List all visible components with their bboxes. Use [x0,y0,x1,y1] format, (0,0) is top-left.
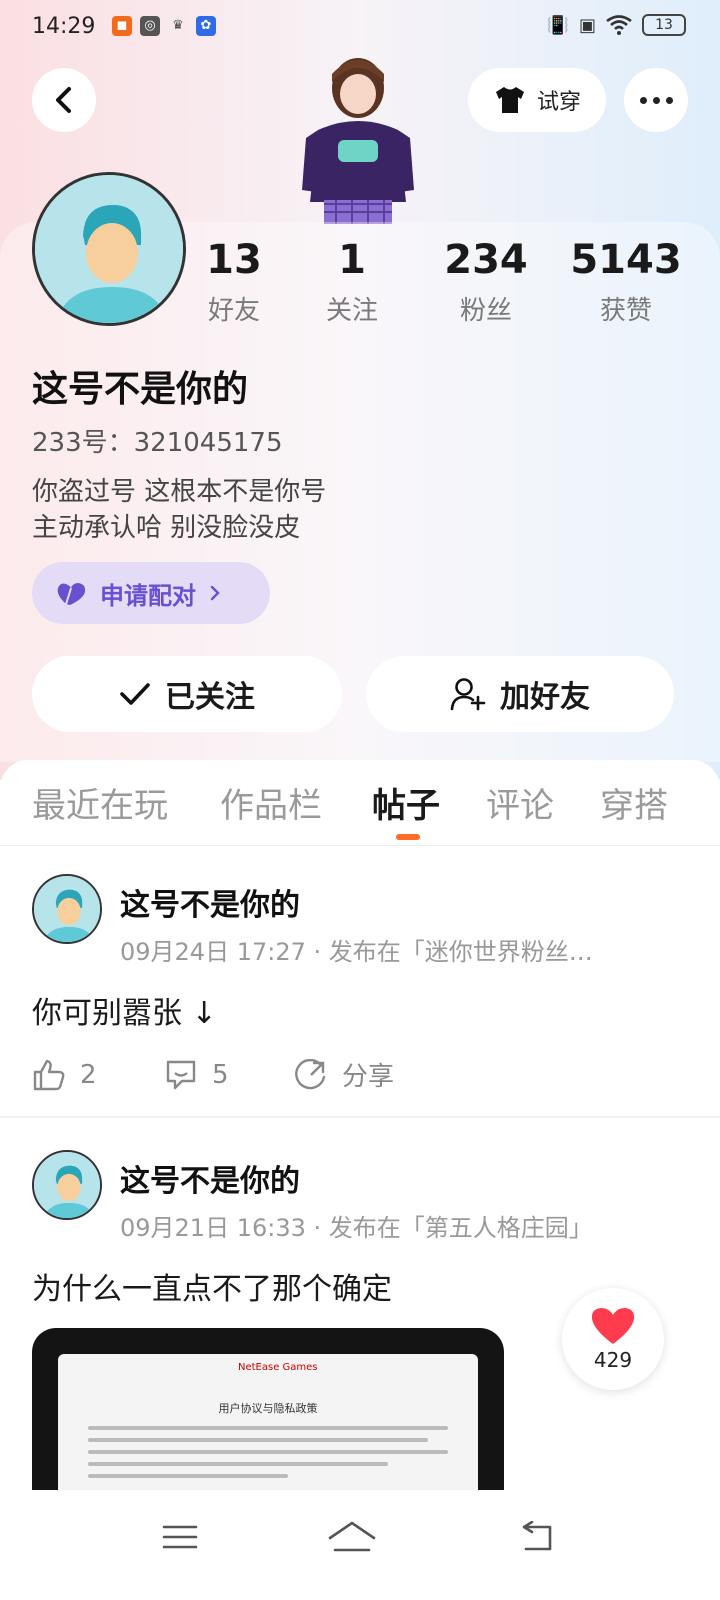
default-avatar-icon [34,1152,100,1218]
status-notification-icons: ◼ ◎ ♛ ✿ [112,16,216,36]
post-author-avatar[interactable] [32,1150,102,1220]
stat-label: 关注 [325,296,378,326]
tshirt-icon [495,87,524,113]
back-nav-button[interactable] [508,1512,568,1562]
try-on-label: 试穿 [536,90,581,115]
tab-works[interactable]: 作品栏 [220,778,322,827]
tab-posts[interactable]: 帖子 [372,778,440,827]
stat-likes[interactable]: 5143 获赞 [556,236,696,327]
tab-outfits[interactable]: 穿搭 [600,778,668,827]
netease-logo: NetEase Games [238,1362,318,1373]
post-text: 为什么一直点不了那个确定 [32,1272,392,1307]
crown-icon: ♛ [172,18,184,33]
share-label: 分享 [342,1062,395,1092]
following-button[interactable]: 已关注 [32,656,342,732]
stat-label: 粉丝 [459,296,512,326]
status-time: 14:29 [32,14,96,39]
default-avatar-icon [34,876,100,942]
document-text-line [88,1450,448,1454]
tab-comments[interactable]: 评论 [486,778,554,827]
profile-name: 这号不是你的 [32,369,249,410]
wifi-icon [606,15,632,35]
post-author-avatar[interactable] [32,874,102,944]
like-count: 2 [80,1059,97,1090]
home-icon [328,1521,376,1552]
more-options-button[interactable] [624,68,688,132]
share-icon [295,1058,326,1089]
post-divider [0,1116,720,1118]
checkmark-icon [120,683,150,705]
home-button[interactable] [322,1512,382,1562]
document-text-line [88,1438,428,1442]
document-text-line [88,1462,388,1466]
post-author-name[interactable]: 这号不是你的 [120,880,300,924]
thumbs-up-icon [33,1059,65,1090]
battery-indicator: 13 [642,14,686,36]
chevron-right-icon [210,585,220,601]
double-heart-icon [57,583,86,605]
following-label: 已关注 [165,680,255,715]
3d-avatar-character [302,58,414,224]
stat-value: 5143 [570,237,682,283]
back-button[interactable] [32,68,96,132]
like-button[interactable]: 2 [32,1056,164,1093]
add-friend-button[interactable]: 加好友 [366,656,674,732]
comment-count: 5 [212,1059,229,1090]
comment-icon [166,1060,196,1089]
document-text-line [88,1426,448,1430]
menu-icon [162,1525,198,1549]
vibrate-icon: 📳 [546,14,569,36]
profile-user-id: 233号：321045175 [32,428,283,458]
profile-bio: 你盗过号 这根本不是你号 主动承认哈 别没脸没皮 [32,474,326,546]
post-actions: 2 5 分享 [32,1056,394,1093]
stat-fans[interactable]: 234 粉丝 [416,236,556,327]
menu-button[interactable] [150,1512,210,1562]
add-friend-label: 加好友 [500,680,590,715]
avatar[interactable] [32,172,186,326]
system-navigation-bar [0,1490,720,1600]
comment-button[interactable]: 5 [164,1056,294,1093]
post-meta: 09月21日 16:33 · 发布在「第五人格庄园」 [120,1214,593,1242]
status-indicators: 📳 ▣ 13 [547,14,686,36]
profile-tabs: 最近在玩 作品栏 帖子 评论 穿搭 [0,760,720,846]
notification-app-icon: ◎ [140,16,160,36]
no-sim-icon: ▣ [578,14,596,36]
notification-app-icon: ◼ [112,16,132,36]
status-bar: 14:29 ◼ ◎ ♛ ✿ 📳 ▣ 13 [0,0,720,56]
heart-icon [591,1308,635,1344]
floating-like-count: 429 [593,1348,633,1372]
post-meta: 09月24日 17:27 · 发布在「迷你世界粉丝… [120,938,593,966]
more-dots-icon [637,96,676,104]
floating-like-button[interactable]: 429 [562,1288,664,1390]
notification-app-icon: ✿ [196,16,216,36]
post-text: 你可别嚣张 ↓ [32,996,217,1031]
share-button[interactable]: 分享 [294,1056,394,1093]
post-author-name[interactable]: 这号不是你的 [120,1156,300,1200]
request-pair-button[interactable]: 申请配对 [32,562,270,624]
chevron-left-icon [56,87,71,113]
document-text-line [88,1474,288,1478]
document-title: 用户协议与隐私政策 [218,1402,318,1415]
stat-value: 234 [444,237,528,283]
active-tab-indicator [396,834,420,840]
bio-line: 你盗过号 这根本不是你号 [32,477,327,507]
add-user-icon [450,678,486,711]
stat-label: 获赞 [599,296,652,326]
return-icon [522,1521,552,1551]
request-pair-label: 申请配对 [100,581,196,610]
tab-recently-played[interactable]: 最近在玩 [32,778,168,827]
try-on-button[interactable]: 试穿 [468,68,606,132]
stat-following[interactable]: 1 关注 [282,236,422,327]
bio-line: 主动承认哈 别没脸没皮 [32,513,301,543]
stat-value: 1 [338,237,366,283]
